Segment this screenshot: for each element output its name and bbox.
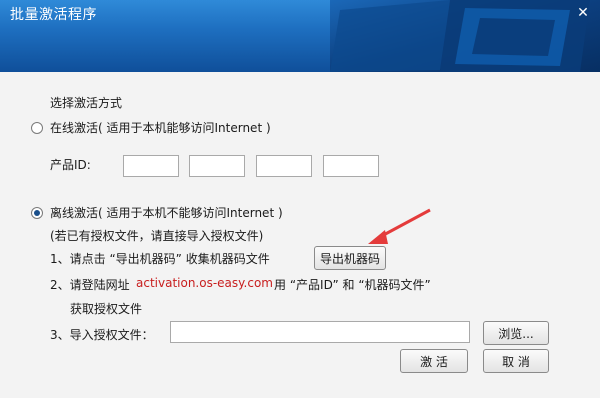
title-decoration bbox=[330, 0, 600, 72]
activation-website-link[interactable]: activation.os-easy.com bbox=[136, 276, 273, 290]
title-bar: 批量激活程序 ✕ bbox=[0, 0, 600, 72]
step2-line2: 获取授权文件 bbox=[70, 302, 143, 316]
section-title: 选择激活方式 bbox=[50, 96, 123, 110]
product-id-field-3[interactable] bbox=[256, 155, 312, 177]
offline-activation-label: 离线激活( 适用于本机不能够访问Internet ) bbox=[50, 206, 283, 220]
step1-text: 1、请点击 “导出机器码” 收集机器码文件 bbox=[50, 252, 270, 266]
product-id-field-4[interactable] bbox=[323, 155, 379, 177]
license-file-input[interactable] bbox=[170, 321, 470, 343]
online-activation-radio[interactable] bbox=[31, 122, 43, 134]
activation-window: 批量激活程序 ✕ 选择激活方式 在线激活( 适用于本机能够访问Internet … bbox=[0, 0, 600, 398]
close-icon: ✕ bbox=[577, 5, 589, 21]
online-activation-label: 在线激活( 适用于本机能够访问Internet ) bbox=[50, 121, 271, 135]
step2-suffix: 用 “产品ID” 和 “机器码文件” bbox=[274, 278, 431, 292]
import-license-label: 3、导入授权文件： bbox=[50, 328, 154, 342]
product-id-field-2[interactable] bbox=[189, 155, 245, 177]
offline-activation-radio[interactable] bbox=[31, 207, 43, 219]
cancel-button[interactable]: 取 消 bbox=[483, 349, 549, 373]
product-id-label: 产品ID: bbox=[50, 158, 91, 172]
product-id-field-1[interactable] bbox=[123, 155, 179, 177]
license-note: (若已有授权文件，请直接导入授权文件) bbox=[50, 229, 264, 243]
step2-prefix: 2、请登陆网址 bbox=[50, 278, 130, 292]
window-title: 批量激活程序 bbox=[10, 7, 97, 23]
annotation-arrow-icon bbox=[368, 208, 431, 244]
close-button[interactable]: ✕ bbox=[574, 4, 592, 22]
activate-button[interactable]: 激 活 bbox=[400, 349, 468, 373]
browse-button[interactable]: 浏览... bbox=[483, 321, 549, 345]
